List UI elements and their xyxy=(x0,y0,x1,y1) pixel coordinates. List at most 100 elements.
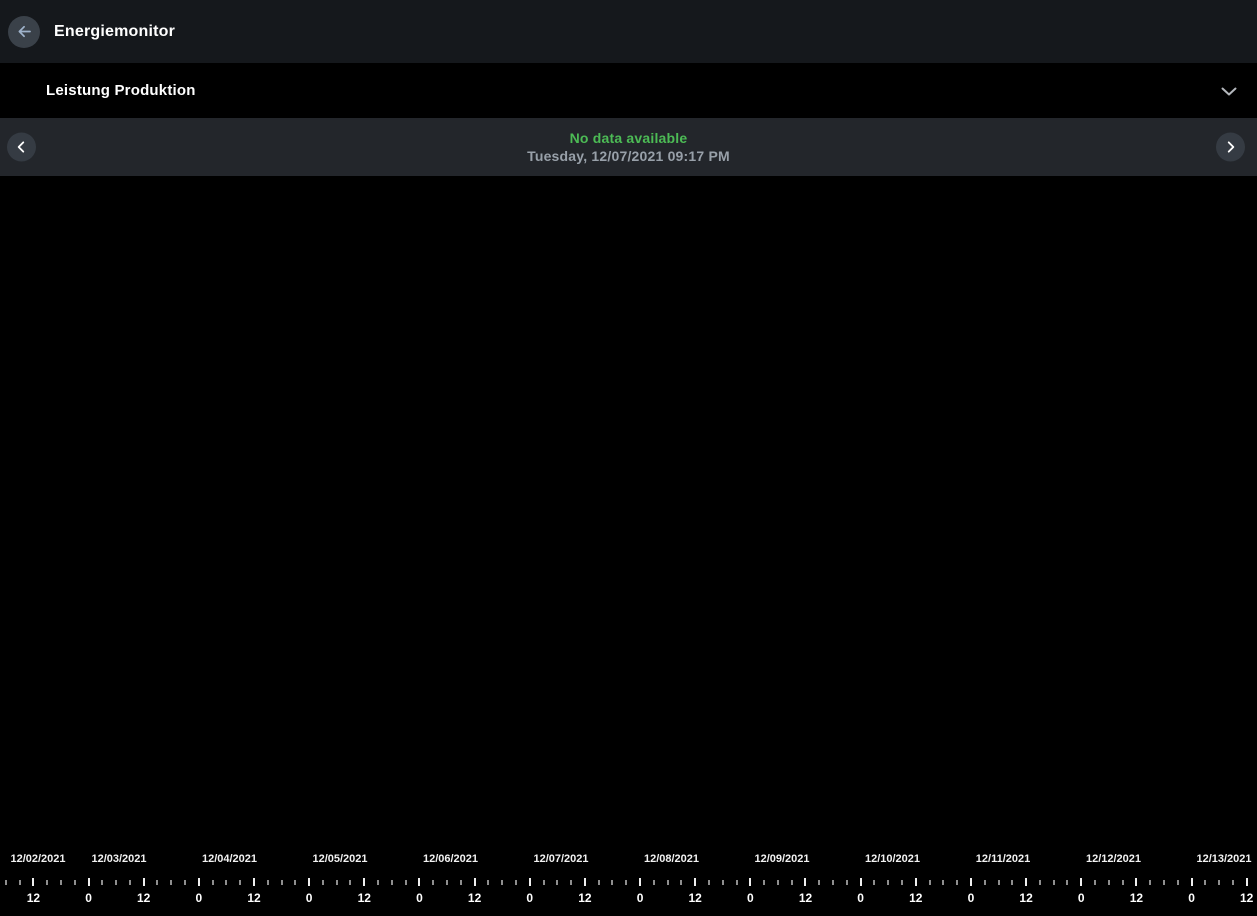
ruler-tick xyxy=(818,880,821,885)
ruler-tick xyxy=(252,878,255,886)
date-label: 12/03/2021 xyxy=(91,853,147,865)
ruler-tick xyxy=(377,880,380,885)
hour-label: 0 xyxy=(967,891,975,905)
date-label: 12/09/2021 xyxy=(754,853,810,865)
ruler-tick xyxy=(294,880,297,885)
date-label: 12/12/2021 xyxy=(1085,853,1142,865)
date-label: 12/05/2021 xyxy=(312,853,368,865)
hour-label: 0 xyxy=(1077,891,1085,905)
ruler-tick xyxy=(887,880,890,885)
ruler-tick xyxy=(363,878,366,886)
date-label: 12/06/2021 xyxy=(422,853,479,865)
ruler-tick xyxy=(1162,880,1165,885)
hour-label: 12 xyxy=(137,891,151,905)
ruler-tick xyxy=(170,880,173,885)
ruler-tick xyxy=(942,880,945,885)
ruler-tick xyxy=(280,880,283,885)
ruler-tick xyxy=(914,878,917,886)
chevron-down-icon[interactable] xyxy=(1217,79,1241,103)
ruler-tick xyxy=(983,880,986,885)
ruler-tick xyxy=(997,880,1000,885)
hour-label: 0 xyxy=(526,891,534,905)
ruler-tick xyxy=(1218,880,1221,885)
previous-period-button[interactable] xyxy=(7,132,36,162)
ruler-tick xyxy=(721,880,724,885)
ruler-tick xyxy=(528,878,531,886)
hour-label: 12 xyxy=(798,891,813,905)
hour-label: 0 xyxy=(305,891,313,905)
hour-label: 12 xyxy=(1240,891,1254,905)
date-label: 12/10/2021 xyxy=(864,853,921,865)
ruler-tick xyxy=(556,880,559,885)
ruler-tick xyxy=(1052,880,1055,885)
ruler-tick xyxy=(1231,880,1234,885)
ruler-tick xyxy=(570,880,573,885)
hour-label: 12 xyxy=(1019,891,1033,905)
ruler-tick xyxy=(694,878,697,886)
ruler-tick xyxy=(845,880,848,885)
ruler-tick xyxy=(1204,880,1207,885)
status-stack: No data available Tuesday, 12/07/2021 09… xyxy=(527,130,730,164)
hour-label: 0 xyxy=(636,891,644,905)
ruler-tick xyxy=(666,880,669,885)
ruler-tick xyxy=(1011,880,1014,885)
ruler-tick xyxy=(266,880,269,885)
ruler-tick xyxy=(404,880,407,885)
ruler-tick xyxy=(115,880,118,885)
ruler-tick xyxy=(1135,878,1138,886)
hour-label: 12 xyxy=(578,891,592,905)
ruler-tick xyxy=(639,878,642,886)
ruler-tick xyxy=(59,880,62,885)
chart-canvas xyxy=(0,176,1257,845)
ruler-tick xyxy=(4,880,7,885)
ruler-tick xyxy=(763,880,766,885)
hour-label: 0 xyxy=(195,891,203,905)
date-label: 12/13/2021 xyxy=(1196,853,1252,865)
hour-label: 0 xyxy=(1188,891,1195,905)
panel-header-leistung-produktion[interactable]: Leistung Produktion xyxy=(0,63,1257,118)
ruler-tick xyxy=(18,880,21,885)
ruler-tick xyxy=(597,880,600,885)
ruler-tick xyxy=(418,878,421,886)
ruler-tick xyxy=(1149,880,1152,885)
ruler-tick xyxy=(1094,880,1096,885)
ruler-tick xyxy=(239,880,242,885)
ruler-tick xyxy=(749,878,752,886)
ruler-tick xyxy=(432,880,435,885)
ruler-tick xyxy=(1080,878,1083,886)
ruler-tick xyxy=(514,880,517,885)
ruler-tick xyxy=(197,878,200,886)
ruler-tick xyxy=(1025,878,1028,886)
top-header: Energiemonitor xyxy=(0,0,1257,63)
chevron-right-icon xyxy=(1222,139,1239,156)
date-label: 12/07/2021 xyxy=(533,853,589,865)
date-label: 12/08/2021 xyxy=(643,853,700,865)
page-title: Energiemonitor xyxy=(54,22,176,40)
status-message: No data available xyxy=(569,130,688,146)
back-button[interactable] xyxy=(8,15,40,48)
ruler-tick xyxy=(32,878,35,886)
ruler-tick xyxy=(335,880,338,885)
ruler-tick xyxy=(859,878,862,886)
next-period-button[interactable] xyxy=(1216,132,1245,162)
ruler-tick xyxy=(1066,880,1069,885)
hour-label: 12 xyxy=(26,891,41,905)
hour-label: 12 xyxy=(357,891,371,905)
hour-label: 0 xyxy=(416,891,423,905)
ruler-tick xyxy=(652,880,655,885)
ruler-tick xyxy=(487,880,490,885)
ruler-tick xyxy=(873,880,876,885)
hour-label: 0 xyxy=(747,891,754,905)
hour-label: 0 xyxy=(857,891,864,905)
ruler-tick xyxy=(611,880,614,885)
ruler-tick xyxy=(583,878,586,886)
ruler-tick xyxy=(501,880,504,885)
ruler-tick xyxy=(211,880,214,885)
ruler-tick xyxy=(308,878,311,886)
hour-label: 12 xyxy=(1129,891,1144,905)
chevron-left-icon xyxy=(13,139,30,156)
time-ruler: 12 0 12 0 12 0 12 0 12 0 12 0 12 0 12 0 12 0 12 0 12 0 12 xyxy=(0,871,1257,916)
ruler-tick xyxy=(321,880,324,885)
ruler-tick xyxy=(1245,878,1248,886)
ruler-tick xyxy=(928,880,931,885)
